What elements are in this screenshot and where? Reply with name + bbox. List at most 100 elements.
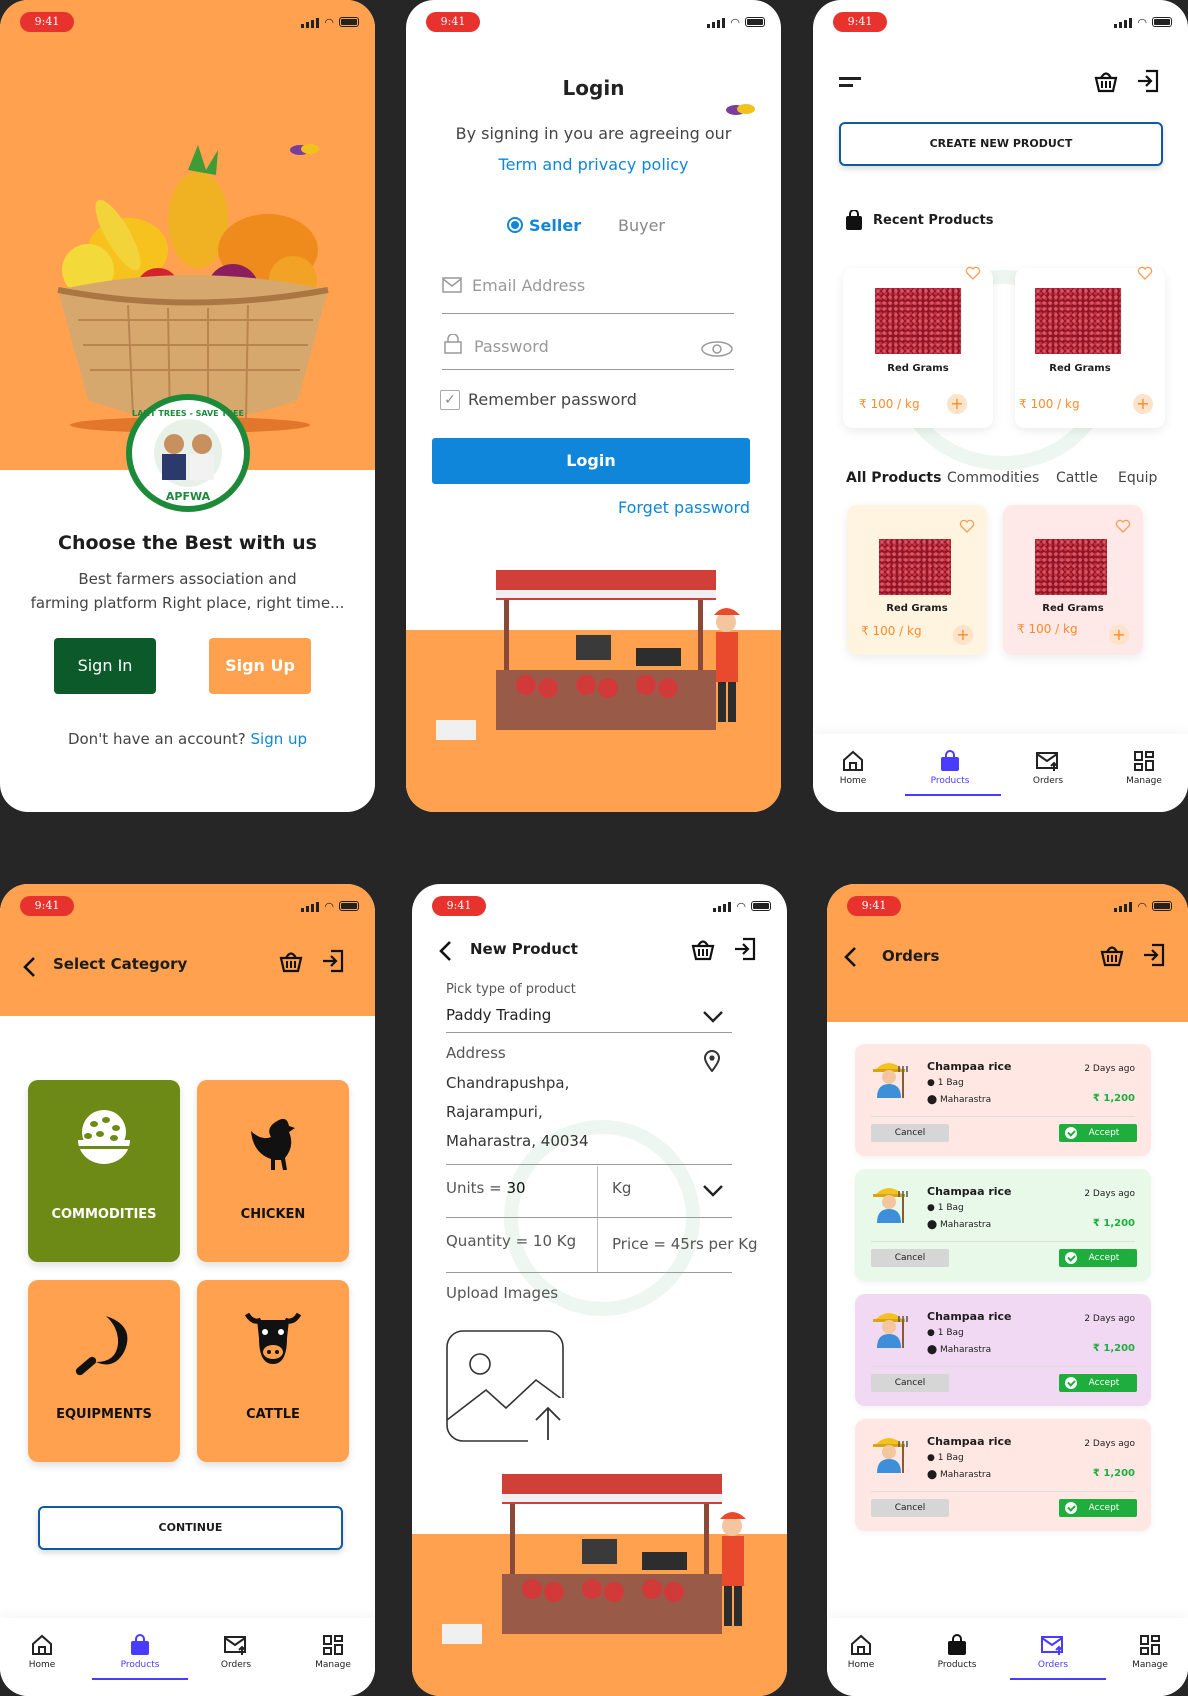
nav-manage[interactable]: Manage	[1120, 1634, 1180, 1670]
location-pin-icon: ⬤	[927, 1095, 938, 1105]
location-pin-icon[interactable]	[704, 1050, 720, 1072]
category-cattle[interactable]: CATTLE	[197, 1280, 349, 1462]
nav-products[interactable]: Products	[927, 1634, 987, 1670]
terms-link[interactable]: Term and privacy policy	[406, 155, 781, 174]
agreement-text: By signing in you are agreeing our	[455, 124, 732, 143]
password-field[interactable]: Password	[474, 337, 549, 356]
accept-button[interactable]: Accept	[1059, 1374, 1137, 1392]
seller-radio[interactable]	[507, 217, 523, 233]
address-line-2[interactable]: Rajarampuri,	[446, 1103, 543, 1121]
recent-products-title: Recent Products	[873, 213, 994, 228]
menu-icon[interactable]	[839, 76, 863, 90]
order-card[interactable]: Champaa rice 2 Days ago ● 1 Bag ⬤ Maharastr…	[855, 1169, 1151, 1281]
nav-home[interactable]: Home	[831, 1634, 891, 1670]
seller-label[interactable]: Seller	[529, 216, 581, 235]
nav-manage[interactable]: Manage	[1114, 750, 1174, 786]
cancel-button[interactable]: Cancel	[871, 1249, 949, 1267]
all-product-card[interactable]: Red Grams ₹ 100 / kg +	[1003, 505, 1143, 655]
buyer-label[interactable]: Buyer	[618, 216, 665, 235]
all-product-card[interactable]: Red Grams ₹ 100 / kg +	[847, 505, 987, 655]
recent-product-card[interactable]: Red Grams ₹ 100 / kg +	[843, 266, 993, 428]
sign-up-link[interactable]: Sign up	[251, 730, 308, 748]
logout-icon[interactable]	[320, 948, 346, 974]
basket-icon[interactable]	[278, 948, 304, 974]
accept-button[interactable]: Accept	[1059, 1249, 1137, 1267]
tab-commodities[interactable]: Commodities	[947, 470, 1039, 486]
tab-all-products[interactable]: All Products	[846, 470, 941, 486]
basket-icon[interactable]	[690, 936, 716, 962]
back-arrow-icon[interactable]	[438, 940, 452, 962]
cancel-button[interactable]: Cancel	[871, 1499, 949, 1517]
login-button[interactable]: Login	[432, 438, 750, 484]
order-location: ⬤ Maharastra	[927, 1345, 991, 1355]
email-field[interactable]: Email Address	[472, 276, 585, 295]
recent-product-card[interactable]: Red Grams ₹ 100 / kg +	[1015, 266, 1165, 428]
logout-icon[interactable]	[1141, 942, 1167, 968]
tab-equip[interactable]: Equip	[1118, 470, 1157, 486]
nav-home[interactable]: Home	[823, 750, 883, 786]
nav-manage[interactable]: Manage	[303, 1634, 363, 1670]
cancel-button[interactable]: Cancel	[871, 1374, 949, 1392]
chevron-down-icon[interactable]	[702, 1010, 724, 1024]
upload-image-icon[interactable]	[446, 1330, 566, 1446]
sign-in-button[interactable]: Sign In	[54, 638, 156, 694]
logout-icon[interactable]	[732, 936, 758, 962]
add-button[interactable]: +	[1133, 394, 1153, 414]
bag-icon: ●	[927, 1203, 935, 1213]
eye-icon[interactable]	[701, 340, 733, 358]
back-arrow-icon[interactable]	[22, 956, 36, 978]
nav-orders[interactable]: Orders	[1018, 750, 1078, 786]
forget-password-link[interactable]: Forget password	[618, 498, 750, 517]
order-amount: ₹ 1,200	[1092, 1468, 1135, 1479]
heart-icon[interactable]	[959, 519, 975, 533]
continue-button[interactable]: CONTINUE	[38, 1506, 343, 1550]
units-field[interactable]: Units = 30	[446, 1179, 526, 1197]
add-button[interactable]: +	[953, 625, 973, 645]
category-commodities[interactable]: COMMODITIES	[28, 1080, 180, 1262]
nav-home[interactable]: Home	[12, 1634, 72, 1670]
order-card[interactable]: Champaa rice 2 Days ago ● 1 Bag ⬤ Maharastr…	[855, 1294, 1151, 1406]
sign-up-button[interactable]: Sign Up	[209, 638, 311, 694]
tab-cattle[interactable]: Cattle	[1056, 470, 1098, 486]
basket-icon[interactable]	[1093, 68, 1119, 94]
add-button[interactable]: +	[947, 394, 967, 414]
order-card[interactable]: Champaa rice 2 Days ago ● 1 Bag ⬤ Maharastr…	[855, 1419, 1151, 1531]
category-label: COMMODITIES	[51, 1207, 157, 1222]
accept-button[interactable]: Accept	[1059, 1499, 1137, 1517]
remember-checkbox[interactable]: ✓	[440, 390, 460, 410]
heart-icon[interactable]	[1115, 519, 1131, 533]
back-arrow-icon[interactable]	[843, 946, 857, 968]
product-type-select[interactable]: Paddy Trading	[446, 1006, 551, 1024]
logout-icon[interactable]	[1135, 68, 1161, 94]
orders-screen: 9:41 ◠ Orders Champaa rice 2 Days ago ● 1 …	[827, 884, 1188, 1696]
status-bar: 9:41 ◠	[0, 0, 375, 40]
price-field[interactable]: Price = 45rs per Kg	[612, 1235, 758, 1253]
bag-icon: ●	[927, 1453, 935, 1463]
order-quantity: ● 1 Bag	[927, 1328, 964, 1338]
nav-products[interactable]: Products	[920, 750, 980, 786]
add-button[interactable]: +	[1109, 625, 1129, 645]
nav-orders-label: Orders	[1032, 776, 1064, 786]
order-divider	[871, 1116, 1135, 1117]
category-chicken[interactable]: CHICKEN	[197, 1080, 349, 1262]
nav-orders[interactable]: Orders	[1023, 1634, 1083, 1670]
address-line-3[interactable]: Maharastra, 40034	[446, 1132, 589, 1150]
basket-icon[interactable]	[1099, 942, 1125, 968]
create-product-button[interactable]: CREATE NEW PRODUCT	[839, 122, 1163, 166]
heart-icon[interactable]	[965, 266, 981, 280]
address-line-1[interactable]: Chandrapushpa,	[446, 1074, 569, 1092]
cancel-button[interactable]: Cancel	[871, 1124, 949, 1142]
quantity-field[interactable]: Quantity = 10 Kg	[446, 1232, 576, 1250]
order-product-name: Champaa rice	[927, 1310, 1012, 1323]
accept-button[interactable]: Accept	[1059, 1124, 1137, 1142]
chevron-down-icon[interactable]	[702, 1184, 724, 1198]
page-title: Orders	[882, 947, 940, 965]
nav-products[interactable]: Products	[110, 1634, 170, 1670]
farmer-avatar-icon	[873, 1313, 908, 1348]
mail-upload-icon	[1041, 1636, 1063, 1655]
heart-icon[interactable]	[1137, 266, 1153, 280]
nav-orders[interactable]: Orders	[206, 1634, 266, 1670]
category-equipments[interactable]: EQUIPMENTS	[28, 1280, 180, 1462]
unit-select[interactable]: Kg	[612, 1179, 631, 1197]
order-card[interactable]: Champaa rice 2 Days ago ● 1 Bag ⬤ Maharastr…	[855, 1044, 1151, 1156]
